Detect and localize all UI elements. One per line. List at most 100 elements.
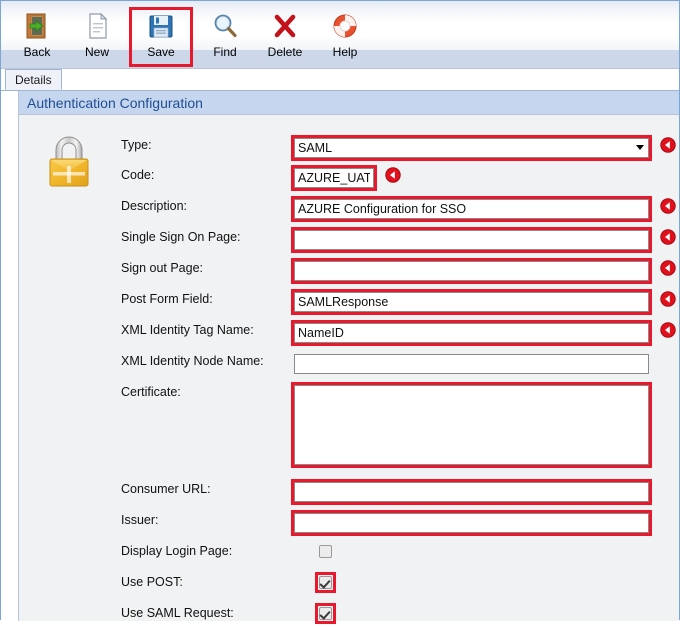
red-x-delete-icon: [265, 9, 305, 43]
label-certificate: Certificate:: [121, 385, 181, 399]
input-sign-out-page[interactable]: [294, 261, 649, 281]
field-highlight-xml-identity-node-name: [294, 354, 649, 374]
field-zone-use-post: [315, 572, 336, 594]
field-zone-description: [291, 196, 676, 222]
toolbar-button-label: Find: [213, 45, 237, 59]
required-field-arrow-icon-code: [385, 167, 401, 183]
panel-body: Type: SAML Code: Description: Single Sign…: [19, 115, 679, 624]
field-zone-code: [291, 165, 401, 191]
application-window: Back New Save Find Delete Help Details A…: [0, 0, 680, 624]
toolbar-button-help[interactable]: Help: [315, 9, 375, 65]
checkbox-display-login-page[interactable]: [319, 545, 332, 558]
label-use-saml-request: Use SAML Request:: [121, 606, 234, 620]
new-document-icon: [77, 9, 117, 43]
form-row-certificate: Certificate:: [19, 382, 679, 468]
required-field-arrow-icon-post-form-field: [660, 291, 676, 307]
field-zone-certificate: [291, 382, 652, 468]
toolbar-button-new[interactable]: New: [67, 9, 127, 65]
label-display-login-page: Display Login Page:: [121, 544, 233, 558]
field-highlight-type: SAML: [291, 135, 652, 161]
toolbar: Back New Save Find Delete Help: [1, 1, 679, 69]
form-row-post-form-field: Post Form Field:: [19, 289, 679, 315]
tab-details-label: Details: [15, 73, 52, 87]
field-highlight-consumer-url: [291, 479, 652, 505]
form-row-type: Type: SAML: [19, 135, 679, 161]
field-zone-display-login-page: [315, 541, 336, 563]
field-zone-xml-identity-tag-name: [291, 320, 676, 346]
label-code: Code:: [121, 168, 155, 182]
field-zone-use-saml-request: [315, 603, 336, 625]
field-highlight-sign-out-page: [291, 258, 652, 284]
form-row-use-saml-request: Use SAML Request:: [19, 603, 679, 627]
toolbar-button-save[interactable]: Save: [129, 7, 193, 67]
checkbox-use-post[interactable]: [319, 576, 332, 589]
field-highlight-issuer: [291, 510, 652, 536]
field-highlight-certificate: [291, 382, 652, 468]
toolbar-button-label: New: [84, 45, 109, 59]
input-post-form-field[interactable]: [294, 292, 649, 312]
field-zone-issuer: [291, 510, 652, 536]
lifering-help-icon: [325, 9, 365, 43]
input-code[interactable]: [294, 168, 374, 188]
content-area: Authentication Configuration Type: SAML …: [1, 91, 679, 624]
textarea-certificate[interactable]: [294, 385, 649, 465]
toolbar-button-label: Save: [147, 45, 175, 59]
label-use-post: Use POST:: [121, 575, 183, 589]
input-issuer[interactable]: [294, 513, 649, 533]
field-highlight-use-saml-request: [315, 603, 336, 624]
form-row-consumer-url: Consumer URL:: [19, 479, 679, 505]
checkbox-use-saml-request[interactable]: [319, 607, 332, 620]
tab-bar: Details: [1, 69, 679, 91]
form-row-display-login-page: Display Login Page:: [19, 541, 679, 565]
authentication-configuration-panel: Authentication Configuration Type: SAML …: [18, 91, 679, 624]
panel-title: Authentication Configuration: [19, 91, 679, 115]
configuration-form: Type: SAML Code: Description: Single Sign…: [19, 115, 679, 624]
label-single-sign-on-page: Single Sign On Page:: [121, 230, 241, 244]
label-xml-identity-tag-name: XML Identity Tag Name:: [121, 323, 254, 337]
label-issuer: Issuer:: [121, 513, 159, 527]
select-wrapper-type: SAML: [294, 138, 649, 158]
field-zone-sign-out-page: [291, 258, 676, 284]
input-single-sign-on-page[interactable]: [294, 230, 649, 250]
input-consumer-url[interactable]: [294, 482, 649, 502]
field-zone-type: SAML: [291, 135, 676, 161]
magnifier-find-icon: [205, 9, 245, 43]
form-row-sign-out-page: Sign out Page:: [19, 258, 679, 284]
input-xml-identity-node-name[interactable]: [294, 354, 649, 374]
floppy-disk-save-icon: [141, 9, 181, 43]
field-highlight-description: [291, 196, 652, 222]
tab-details[interactable]: Details: [5, 69, 62, 90]
input-description[interactable]: [294, 199, 649, 219]
field-highlight-post-form-field: [291, 289, 652, 315]
field-zone-single-sign-on-page: [291, 227, 676, 253]
required-field-arrow-icon-xml-identity-tag-name: [660, 322, 676, 338]
input-xml-identity-tag-name[interactable]: [294, 323, 649, 343]
door-back-icon: [17, 9, 57, 43]
field-highlight-use-post: [315, 572, 336, 593]
label-consumer-url: Consumer URL:: [121, 482, 211, 496]
toolbar-button-back[interactable]: Back: [7, 9, 67, 65]
required-field-arrow-icon-sign-out-page: [660, 260, 676, 276]
form-row-xml-identity-tag-name: XML Identity Tag Name:: [19, 320, 679, 346]
field-highlight-display-login-page: [315, 541, 336, 562]
field-zone-xml-identity-node-name: [291, 351, 652, 377]
form-row-issuer: Issuer:: [19, 510, 679, 536]
field-zone-post-form-field: [291, 289, 676, 315]
required-field-arrow-icon-description: [660, 198, 676, 214]
toolbar-button-label: Help: [332, 45, 358, 59]
form-row-use-post: Use POST:: [19, 572, 679, 596]
field-zone-consumer-url: [291, 479, 652, 505]
field-highlight-single-sign-on-page: [291, 227, 652, 253]
toolbar-button-find[interactable]: Find: [195, 9, 255, 65]
field-highlight-code: [291, 165, 377, 191]
select-type[interactable]: SAML: [294, 138, 649, 158]
toolbar-button-label: Back: [23, 45, 51, 59]
form-row-single-sign-on-page: Single Sign On Page:: [19, 227, 679, 253]
toolbar-button-delete[interactable]: Delete: [255, 9, 315, 65]
form-row-xml-identity-node-name: XML Identity Node Name:: [19, 351, 679, 375]
form-row-code: Code:: [19, 165, 679, 191]
label-type: Type:: [121, 138, 152, 152]
label-sign-out-page: Sign out Page:: [121, 261, 204, 275]
label-post-form-field: Post Form Field:: [121, 292, 213, 306]
field-highlight-xml-identity-tag-name: [291, 320, 652, 346]
